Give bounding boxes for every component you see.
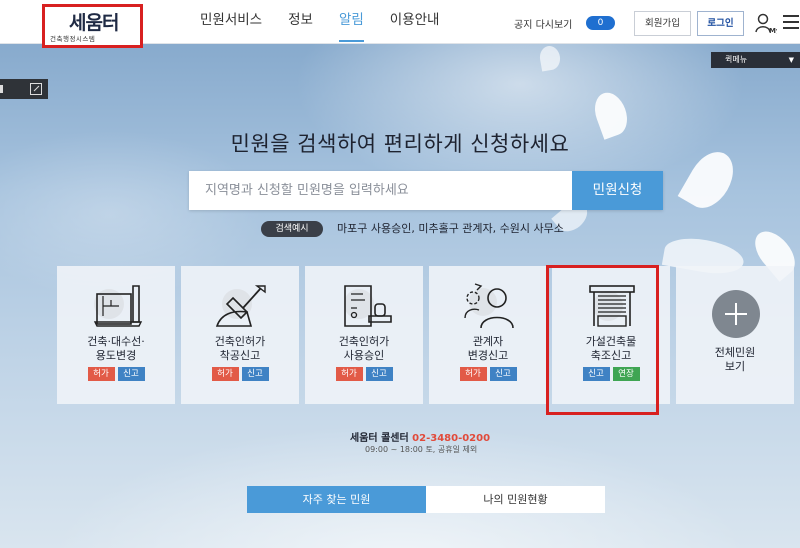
card-label-line: 변경신고 bbox=[467, 349, 509, 362]
nav-item-guide[interactable]: 이용안내 bbox=[390, 0, 440, 44]
card-label-line: 사용승인 bbox=[343, 349, 385, 362]
nav-item-info[interactable]: 정보 bbox=[288, 0, 313, 44]
notice-toggle[interactable]: 0 bbox=[586, 16, 615, 30]
tab-my-civil-status[interactable]: 나의 민원현황 bbox=[426, 486, 605, 513]
card-all-civil[interactable]: 전체민원 보기 bbox=[676, 266, 794, 404]
extension-tag[interactable]: 연장 bbox=[612, 367, 640, 381]
card-label-line: 전체민원 bbox=[714, 346, 756, 359]
card-temporary-building[interactable]: 가설건축물 축조신고 신고 연장 bbox=[552, 266, 670, 404]
permit-tag[interactable]: 허가 bbox=[211, 367, 239, 381]
card-label-line: 건축·대수선· bbox=[87, 335, 145, 348]
search-input[interactable] bbox=[191, 173, 571, 208]
card-label-line: 보기 bbox=[724, 360, 746, 373]
svg-text:My: My bbox=[769, 27, 777, 34]
card-label-line: 건축인허가 bbox=[338, 335, 390, 348]
main-nav: 민원서비스 정보 알림 이용안내 bbox=[200, 0, 465, 44]
quick-menu-label: 퀵메뉴 bbox=[725, 55, 748, 64]
person-change-icon bbox=[464, 283, 514, 329]
report-tag[interactable]: 신고 bbox=[489, 367, 517, 381]
petal-decoration bbox=[538, 44, 562, 72]
shutter-building-icon bbox=[589, 285, 635, 327]
call-center-label: 세움터 콜센터 bbox=[350, 433, 409, 444]
call-center: 세움터 콜센터 02-3480-0200 bbox=[350, 429, 490, 444]
quick-menu-dropdown[interactable]: 퀵메뉴 ▼ bbox=[711, 52, 800, 68]
card-label-line: 축조신고 bbox=[590, 349, 632, 362]
shovel-icon bbox=[215, 285, 266, 327]
permit-tag[interactable]: 허가 bbox=[87, 367, 115, 381]
card-party-change[interactable]: 관계자 변경신고 허가 신고 bbox=[429, 266, 547, 404]
hamburger-menu-icon[interactable] bbox=[783, 15, 799, 29]
chevron-down-icon: ▼ bbox=[788, 56, 794, 64]
permit-tag[interactable]: 허가 bbox=[335, 367, 363, 381]
widget-handle-icon bbox=[0, 85, 3, 93]
search-example-badge: 검색예시 bbox=[261, 221, 323, 237]
card-label-line: 건축인허가 bbox=[214, 335, 266, 348]
stamp-document-icon bbox=[344, 285, 392, 327]
card-label-line: 관계자 bbox=[472, 335, 504, 348]
external-link-icon[interactable] bbox=[30, 83, 42, 95]
logo-text: 세움터 bbox=[69, 12, 119, 34]
logo-subtitle: 건축행정시스템 bbox=[50, 35, 96, 43]
call-center-hours: 09:00 ~ 18:00 토, 공휴일 제외 bbox=[365, 445, 478, 454]
top-header: 세움터 건축행정시스템 민원서비스 정보 알림 이용안내 공지 다시보기 0 회… bbox=[0, 0, 800, 48]
nav-item-civil-service[interactable]: 민원서비스 bbox=[200, 0, 262, 44]
report-tag[interactable]: 신고 bbox=[117, 367, 145, 381]
tab-frequent-civil[interactable]: 자주 찾는 민원 bbox=[247, 486, 426, 513]
plus-icon bbox=[712, 290, 760, 338]
search-example-text[interactable]: 마포구 사용승인, 미추홀구 관계자, 수원시 사무소 bbox=[337, 220, 564, 236]
search-bar: 민원신청 bbox=[189, 171, 663, 210]
signup-button[interactable]: 회원가입 bbox=[634, 11, 691, 36]
report-tag[interactable]: 신고 bbox=[582, 367, 610, 381]
login-button[interactable]: 로그인 bbox=[697, 11, 744, 36]
blueprint-icon bbox=[93, 285, 143, 327]
card-label-line: 가설건축물 bbox=[585, 335, 637, 348]
notice-replay-label: 공지 다시보기 bbox=[514, 20, 573, 31]
hero-title: 민원을 검색하여 편리하게 신청하세요 bbox=[230, 132, 570, 156]
card-use-approval[interactable]: 건축인허가 사용승인 허가 신고 bbox=[305, 266, 423, 404]
left-floating-widget[interactable] bbox=[0, 79, 48, 99]
site-logo[interactable]: 세움터 건축행정시스템 bbox=[42, 4, 143, 48]
card-construction-start[interactable]: 건축인허가 착공신고 허가 신고 bbox=[181, 266, 299, 404]
apply-civil-button[interactable]: 민원신청 bbox=[572, 171, 663, 210]
call-center-phone[interactable]: 02-3480-0200 bbox=[412, 433, 490, 444]
nav-item-notice[interactable]: 알림 bbox=[338, 0, 364, 44]
card-building-permit[interactable]: 건축·대수선· 용도변경 허가 신고 bbox=[57, 266, 175, 404]
card-label-line: 착공신고 bbox=[219, 349, 261, 362]
permit-tag[interactable]: 허가 bbox=[459, 367, 487, 381]
my-page-icon[interactable]: My bbox=[755, 12, 777, 34]
report-tag[interactable]: 신고 bbox=[241, 367, 269, 381]
report-tag[interactable]: 신고 bbox=[365, 367, 393, 381]
card-label-line: 용도변경 bbox=[95, 349, 137, 362]
